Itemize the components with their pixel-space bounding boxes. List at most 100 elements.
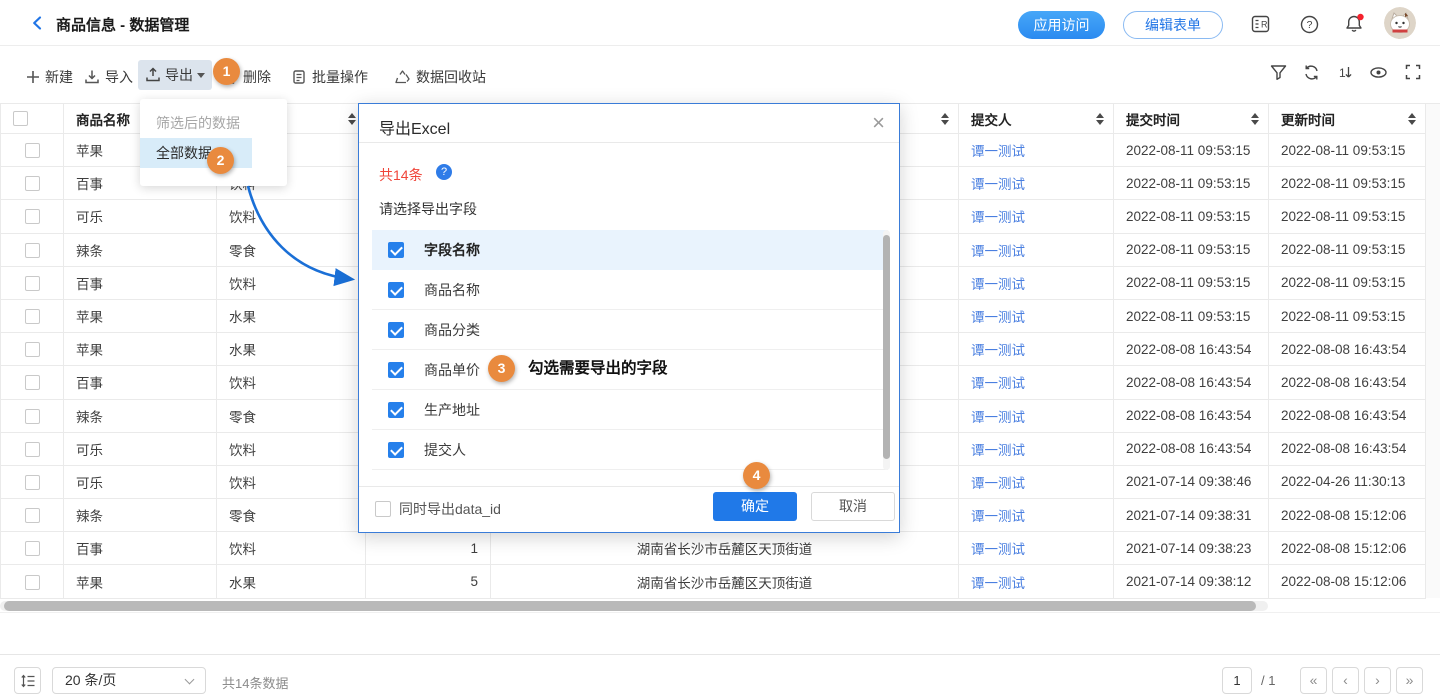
export-menu-item-1[interactable]: 筛选后的数据: [140, 108, 287, 138]
field-checkbox[interactable]: [388, 442, 404, 458]
help-icon[interactable]: ?: [1300, 15, 1319, 34]
submitter-link[interactable]: 谭一测试: [971, 576, 1025, 591]
import-button[interactable]: 导入: [84, 67, 133, 87]
close-icon[interactable]: ×: [872, 108, 885, 138]
fullscreen-icon[interactable]: [1405, 64, 1421, 80]
submitter-link[interactable]: 谭一测试: [971, 542, 1025, 557]
row-checkbox[interactable]: [25, 209, 40, 224]
row-checkbox[interactable]: [25, 243, 40, 258]
row-checkbox[interactable]: [25, 176, 40, 191]
row-checkbox[interactable]: [25, 342, 40, 357]
app-access-button[interactable]: 应用访问: [1018, 11, 1105, 39]
row-checkbox-cell: [1, 333, 64, 366]
column-header-update-time[interactable]: 更新时间: [1269, 104, 1426, 134]
export-field-row[interactable]: 商品名称: [372, 270, 888, 310]
export-field-row[interactable]: 提交人: [372, 430, 888, 470]
cell-submitter: 谭一测试: [959, 432, 1114, 465]
avatar[interactable]: [1384, 7, 1416, 39]
row-checkbox[interactable]: [25, 309, 40, 324]
row-checkbox[interactable]: [25, 575, 40, 590]
edit-form-button[interactable]: 编辑表单: [1123, 11, 1223, 39]
field-checkbox[interactable]: [388, 282, 404, 298]
row-checkbox-cell: [1, 233, 64, 266]
cell-submitter: 谭一测试: [959, 465, 1114, 498]
submitter-link[interactable]: 谭一测试: [971, 244, 1025, 259]
step-badge-4: 4: [743, 462, 770, 489]
submitter-link[interactable]: 谭一测试: [971, 476, 1025, 491]
field-checkbox[interactable]: [388, 322, 404, 338]
submitter-link[interactable]: 谭一测试: [971, 144, 1025, 159]
field-select-hint: 请选择导出字段: [379, 199, 477, 219]
bell-icon[interactable]: [1345, 13, 1365, 34]
row-checkbox[interactable]: [25, 442, 40, 457]
page-size-select[interactable]: 20 条/页: [52, 667, 206, 694]
sort-icon[interactable]: [1096, 113, 1104, 125]
column-header-submitter[interactable]: 提交人: [959, 104, 1114, 134]
sort-icon[interactable]: [348, 113, 356, 125]
sort-icon[interactable]: [941, 113, 949, 125]
row-height-button[interactable]: [14, 667, 41, 694]
field-checkbox[interactable]: [388, 362, 404, 378]
row-checkbox[interactable]: [25, 375, 40, 390]
export-field-row[interactable]: 生产地址: [372, 390, 888, 430]
cell-submit-time: 2021-07-14 09:38:46: [1114, 465, 1269, 498]
export-button[interactable]: 导出: [138, 60, 212, 90]
submitter-link[interactable]: 谭一测试: [971, 310, 1025, 325]
select-all-checkbox[interactable]: [13, 111, 28, 126]
field-checkbox[interactable]: [388, 402, 404, 418]
cell-product-name: 辣条: [64, 499, 217, 532]
eye-icon[interactable]: [1369, 64, 1388, 81]
horizontal-scrollbar-thumb[interactable]: [4, 601, 1256, 611]
cell-update-time: 2022-08-11 09:53:15: [1269, 266, 1426, 299]
export-field-row[interactable]: 字段名称: [372, 230, 888, 270]
cell-category: 零食: [217, 233, 366, 266]
last-page-button[interactable]: »: [1396, 667, 1423, 694]
back-icon[interactable]: [30, 15, 46, 31]
row-checkbox[interactable]: [25, 143, 40, 158]
row-checkbox[interactable]: [25, 475, 40, 490]
refresh-icon[interactable]: [1303, 64, 1320, 81]
cell-submitter: 谭一测试: [959, 134, 1114, 167]
batch-operation-button[interactable]: 批量操作: [291, 67, 368, 87]
submitter-link[interactable]: 谭一测试: [971, 443, 1025, 458]
sort-icon[interactable]: [1408, 113, 1416, 125]
column-header-submit-time[interactable]: 提交时间: [1114, 104, 1269, 134]
submitter-link[interactable]: 谭一测试: [971, 509, 1025, 524]
export-field-row[interactable]: 商品分类: [372, 310, 888, 350]
api-docs-icon[interactable]: R: [1251, 15, 1270, 33]
prev-page-button[interactable]: ‹: [1332, 667, 1359, 694]
import-icon: [84, 69, 100, 85]
cancel-button[interactable]: 取消: [811, 492, 895, 521]
first-page-button[interactable]: «: [1300, 667, 1327, 694]
field-label: 提交人: [424, 440, 466, 460]
filter-icon[interactable]: [1270, 64, 1287, 81]
export-dataid-option[interactable]: 同时导出data_id: [375, 499, 501, 519]
row-checkbox-cell: [1, 565, 64, 598]
submitter-link[interactable]: 谭一测试: [971, 277, 1025, 292]
next-page-button[interactable]: ›: [1364, 667, 1391, 694]
numeric-sort-icon[interactable]: 1: [1337, 64, 1354, 81]
export-menu-item-2[interactable]: 全部数据: [140, 138, 252, 168]
submitter-link[interactable]: 谭一测试: [971, 343, 1025, 358]
submitter-link[interactable]: 谭一测试: [971, 376, 1025, 391]
dialog-scrollbar-thumb[interactable]: [883, 235, 890, 459]
cell-product-name: 可乐: [64, 200, 217, 233]
dataid-checkbox[interactable]: [375, 501, 391, 517]
row-checkbox[interactable]: [25, 508, 40, 523]
submitter-link[interactable]: 谭一测试: [971, 410, 1025, 425]
recycle-bin-button[interactable]: 数据回收站: [394, 67, 486, 87]
sort-icon[interactable]: [1251, 113, 1259, 125]
cell-submitter: 谭一测试: [959, 532, 1114, 565]
cell-category: 饮料: [217, 532, 366, 565]
submitter-link[interactable]: 谭一测试: [971, 177, 1025, 192]
row-checkbox[interactable]: [25, 409, 40, 424]
row-checkbox[interactable]: [25, 276, 40, 291]
row-checkbox[interactable]: [25, 541, 40, 556]
submitter-link[interactable]: 谭一测试: [971, 210, 1025, 225]
page-number-input[interactable]: 1: [1222, 667, 1252, 694]
field-checkbox[interactable]: [388, 242, 404, 258]
count-help-icon[interactable]: ?: [436, 164, 452, 180]
confirm-button[interactable]: 确定: [713, 492, 797, 521]
new-button[interactable]: 新建: [26, 67, 73, 87]
cell-submit-time: 2022-08-11 09:53:15: [1114, 167, 1269, 200]
